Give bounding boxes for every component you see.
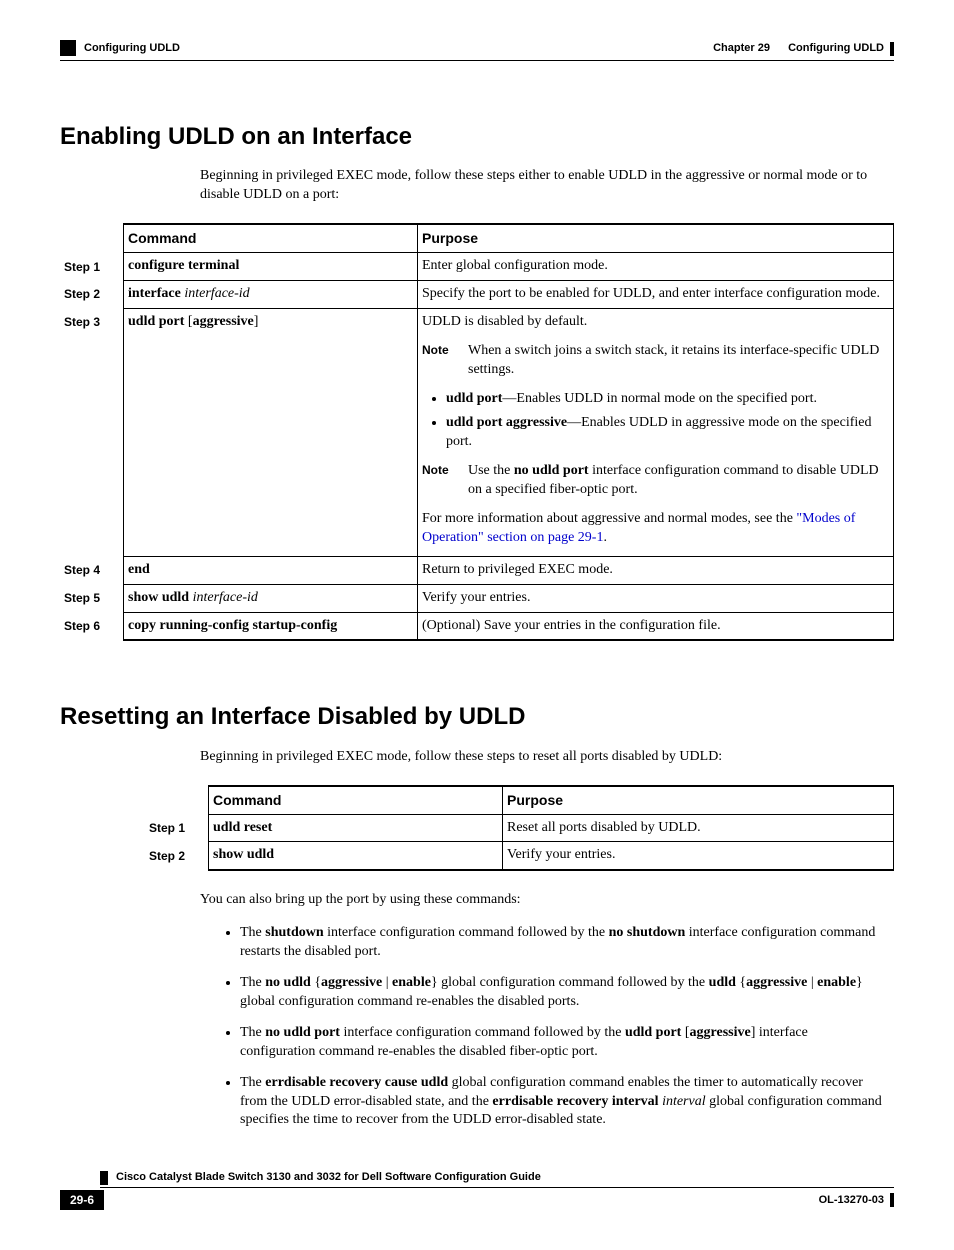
- table-row: Step 4 end Return to privileged EXEC mod…: [60, 556, 894, 584]
- header-left-text: Configuring UDLD: [84, 41, 180, 56]
- section2-after: You can also bring up the port by using …: [200, 891, 884, 910]
- step-label: Step 6: [60, 612, 124, 640]
- step-label: Step 5: [60, 584, 124, 612]
- step-label: Step 4: [60, 556, 124, 584]
- table-row: Step 5 show udld interface-id Verify you…: [60, 584, 894, 612]
- step-label: Step 1: [145, 814, 209, 842]
- section2-table: Command Purpose Step 1 udld reset Reset …: [145, 785, 894, 872]
- table-row: Step 2 show udld Verify your entries.: [145, 842, 894, 870]
- purpose: Verify your entries.: [418, 584, 894, 612]
- cmd: interface: [128, 286, 181, 301]
- header-rule: [60, 60, 894, 61]
- purpose: Enter global configuration mode.: [418, 253, 894, 281]
- list-item: udld port aggressive—Enables UDLD in agg…: [446, 414, 889, 452]
- purpose-line: UDLD is disabled by default.: [422, 313, 889, 332]
- step-label: Step 2: [60, 280, 124, 308]
- cmd: udld port: [128, 314, 184, 329]
- header-left: Configuring UDLD: [60, 40, 180, 56]
- note-block: Note When a switch joins a switch stack,…: [422, 342, 889, 380]
- list-item: The shutdown interface configuration com…: [240, 924, 884, 962]
- cmd: configure terminal: [128, 258, 239, 273]
- header-right-title: Configuring UDLD: [788, 41, 884, 56]
- purpose: Return to privileged EXEC mode.: [418, 556, 894, 584]
- header-chapter: Chapter 29: [713, 41, 770, 56]
- purpose-line: For more information about aggressive an…: [422, 510, 889, 548]
- note-label: Note: [422, 462, 452, 500]
- footer-guide-title: Cisco Catalyst Blade Switch 3130 and 303…: [116, 1170, 541, 1185]
- cmd-arg: interface-id: [193, 590, 258, 605]
- header-bar-icon: [890, 42, 894, 56]
- note-text: Use the no udld port interface configura…: [468, 462, 889, 500]
- section2-bullets: The shutdown interface configuration com…: [220, 924, 884, 1130]
- step-label: Step 3: [60, 308, 124, 556]
- list-item: The no udld {aggressive | enable} global…: [240, 974, 884, 1012]
- note-text: When a switch joins a switch stack, it r…: [468, 342, 889, 380]
- cmd: end: [128, 562, 150, 577]
- note-block: Note Use the no udld port interface conf…: [422, 462, 889, 500]
- list-item: udld port—Enables UDLD in normal mode on…: [446, 390, 889, 409]
- header-right: Chapter 29 Configuring UDLD: [713, 41, 894, 56]
- table-row: Step 1 udld reset Reset all ports disabl…: [145, 814, 894, 842]
- cmd: copy running-config startup-config: [128, 618, 337, 633]
- page-number: 29-6: [60, 1190, 104, 1210]
- step-label: Step 1: [60, 253, 124, 281]
- section1-title: Enabling UDLD on an Interface: [60, 121, 894, 153]
- purpose: (Optional) Save your entries in the conf…: [418, 612, 894, 640]
- page-header: Configuring UDLD Chapter 29 Configuring …: [60, 40, 894, 56]
- cmd: udld reset: [213, 820, 272, 835]
- table-row: Step 2 interface interface-id Specify th…: [60, 280, 894, 308]
- footer-right-bar-icon: [890, 1193, 894, 1207]
- header-square-icon: [60, 40, 76, 56]
- purpose: Specify the port to be enabled for UDLD,…: [418, 280, 894, 308]
- cmd-arg: interface-id: [184, 286, 249, 301]
- th-command: Command: [124, 224, 418, 252]
- table-row: Step 6 copy running-config startup-confi…: [60, 612, 894, 640]
- doc-id: OL-13270-03: [819, 1193, 894, 1208]
- step-label: Step 2: [145, 842, 209, 870]
- cmd: show udld: [213, 847, 274, 862]
- purpose: Reset all ports disabled by UDLD.: [503, 814, 894, 842]
- section2-title: Resetting an Interface Disabled by UDLD: [60, 701, 894, 733]
- th-command: Command: [209, 786, 503, 814]
- th-purpose: Purpose: [418, 224, 894, 252]
- list-item: The errdisable recovery cause udld globa…: [240, 1074, 884, 1131]
- note-label: Note: [422, 342, 452, 380]
- section1-intro: Beginning in privileged EXEC mode, follo…: [200, 167, 884, 205]
- purpose: Verify your entries.: [503, 842, 894, 870]
- section1-table: Command Purpose Step 1 configure termina…: [60, 223, 894, 641]
- footer-bar-icon: [100, 1171, 108, 1185]
- th-purpose: Purpose: [503, 786, 894, 814]
- list-item: The no udld port interface configuration…: [240, 1024, 884, 1062]
- table-row: Step 1 configure terminal Enter global c…: [60, 253, 894, 281]
- section2-intro: Beginning in privileged EXEC mode, follo…: [200, 748, 884, 767]
- page-footer: Cisco Catalyst Blade Switch 3130 and 303…: [60, 1170, 894, 1210]
- table-row: Step 3 udld port [aggressive] UDLD is di…: [60, 308, 894, 556]
- cmd: show udld: [128, 590, 189, 605]
